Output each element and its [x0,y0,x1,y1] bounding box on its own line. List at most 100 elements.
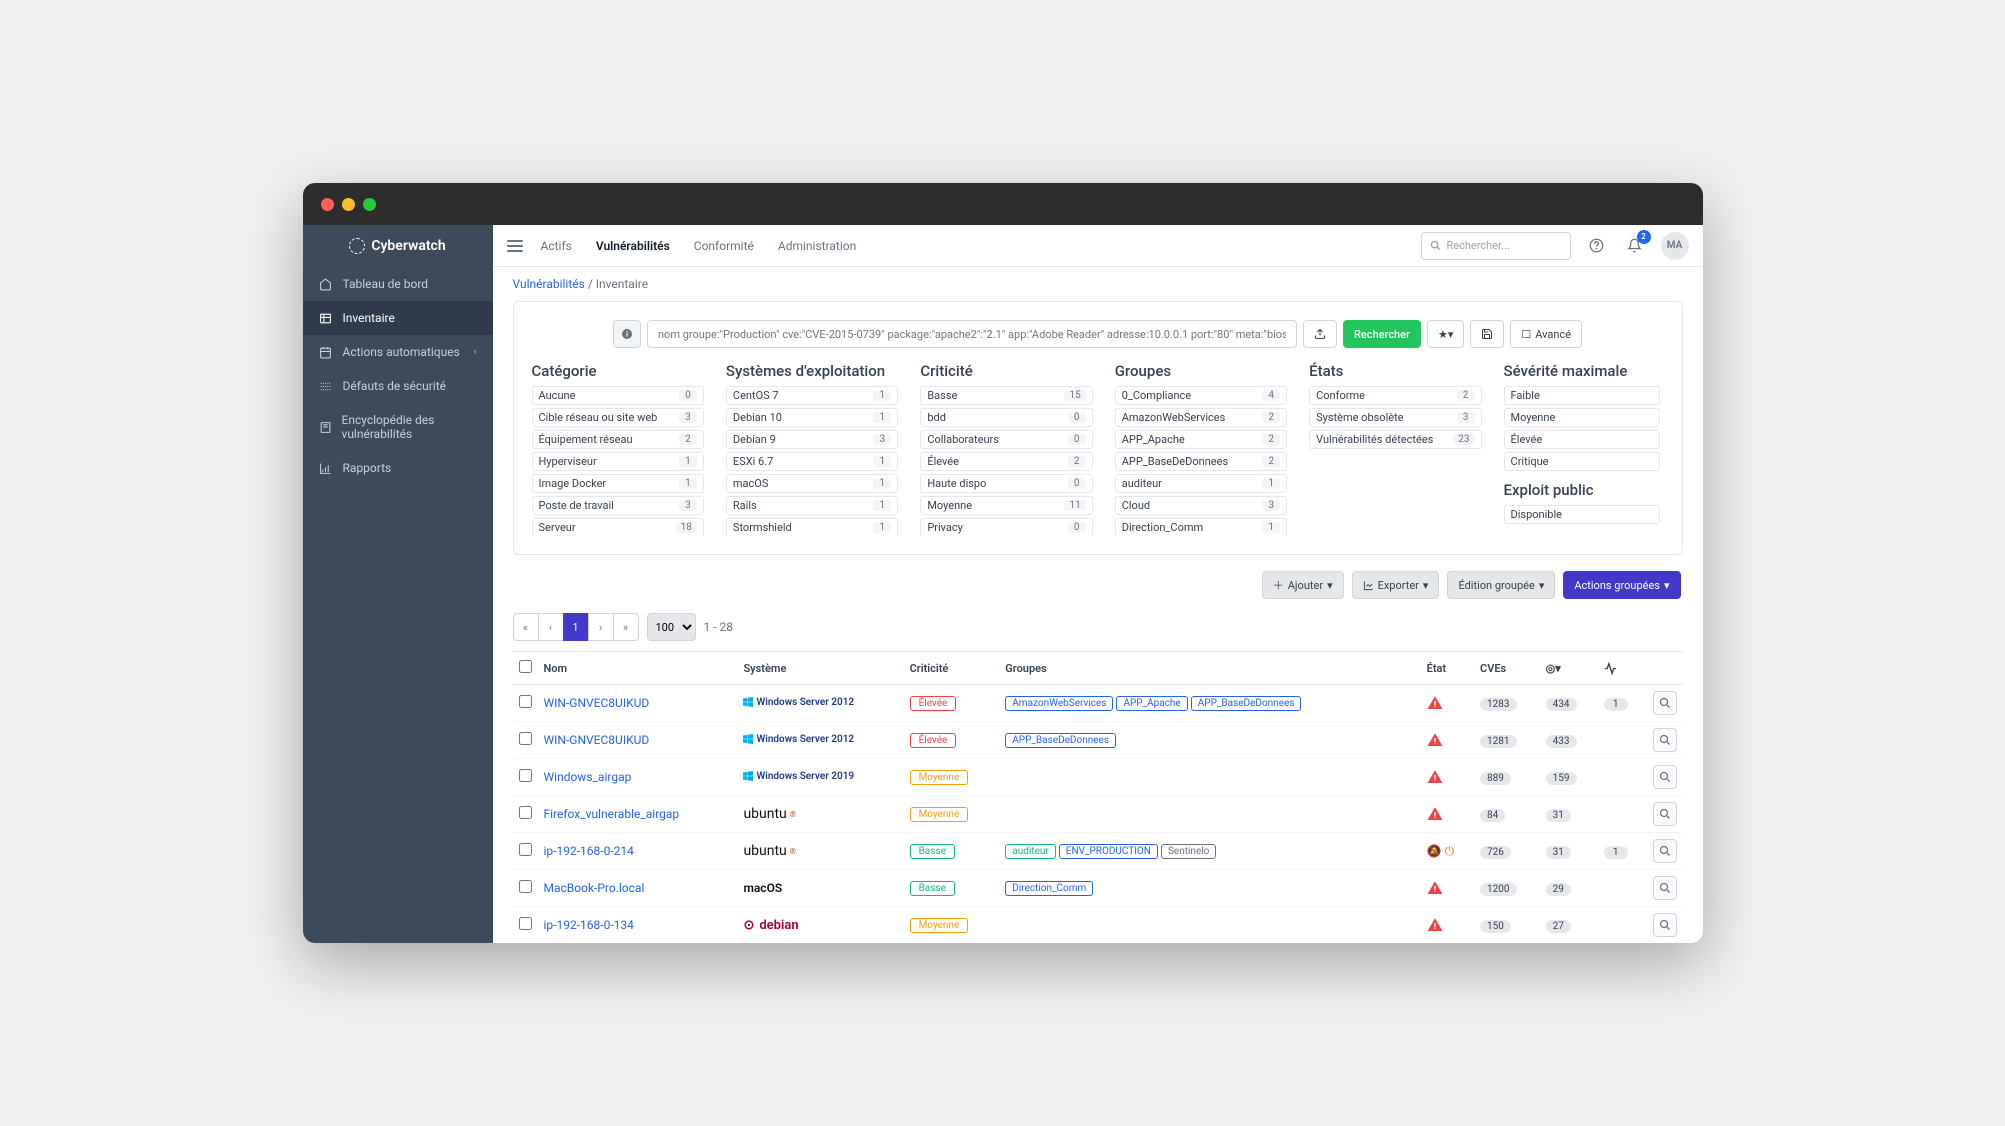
asset-link[interactable]: WIN-GNVEC8UIKUD [544,733,650,747]
sidebar-item-défauts-de-sécurité[interactable]: Défauts de sécurité [303,369,493,403]
filter-item[interactable]: Moyenne [1504,408,1660,427]
breadcrumb-parent[interactable]: Vulnérabilités [513,277,585,291]
bulk-actions-button[interactable]: Actions groupées ▾ [1563,571,1680,599]
col-groupes[interactable]: Groupes [999,652,1420,685]
col-systeme[interactable]: Système [737,652,903,685]
filter-item[interactable]: Poste de travail3 [532,496,704,515]
group-tag[interactable]: ENV_PRODUCTION [1059,844,1158,859]
filter-item[interactable]: auditeur1 [1115,474,1287,493]
add-button[interactable]: ＋ Ajouter ▾ [1262,571,1344,599]
group-tag[interactable]: Sentinelo [1161,844,1216,859]
upload-button[interactable] [1303,320,1337,348]
col-cves[interactable]: CVEs [1474,652,1540,685]
advanced-button[interactable]: ☐ Avancé [1510,320,1582,348]
filter-item[interactable]: Moyenne11 [920,496,1092,515]
filter-item[interactable]: Debian 101 [726,408,898,427]
minimize-dot[interactable] [342,198,355,211]
filter-item[interactable]: Vulnérabilités détectées23 [1309,430,1481,449]
filter-item[interactable]: Faible [1504,386,1660,405]
view-button[interactable] [1653,802,1677,826]
filter-item[interactable]: CentOS 71 [726,386,898,405]
filter-item[interactable]: Stormshield1 [726,518,898,536]
sidebar-item-rapports[interactable]: Rapports [303,451,493,485]
view-button[interactable] [1653,728,1677,752]
asset-link[interactable]: WIN-GNVEC8UIKUD [544,696,650,710]
export-button[interactable]: Exporter ▾ [1352,571,1440,599]
view-button[interactable] [1653,876,1677,900]
filter-item[interactable]: Cible réseau ou site web3 [532,408,704,427]
col-activity-icon[interactable] [1598,652,1647,685]
filter-item[interactable]: AmazonWebServices2 [1115,408,1287,427]
info-icon[interactable]: i [613,320,641,348]
topnav-conformité[interactable]: Conformité [694,239,754,253]
avatar[interactable]: MA [1661,232,1689,260]
pager-first[interactable]: « [513,613,539,641]
sidebar-item-inventaire[interactable]: Inventaire [303,301,493,335]
row-checkbox[interactable] [519,843,532,856]
pager-last[interactable]: » [613,613,639,641]
group-tag[interactable]: AmazonWebServices [1005,696,1113,711]
view-button[interactable] [1653,913,1677,937]
topnav-vulnérabilités[interactable]: Vulnérabilités [596,239,670,253]
filter-item[interactable]: Direction_Comm1 [1115,518,1287,536]
filter-item[interactable]: Aucune0 [532,386,704,405]
asset-link[interactable]: Firefox_vulnerable_airgap [544,807,680,821]
select-all-checkbox[interactable] [519,660,532,673]
bulk-edit-button[interactable]: Édition groupée ▾ [1447,571,1555,599]
page-size-select[interactable]: 100 [647,613,696,641]
row-checkbox[interactable] [519,806,532,819]
row-checkbox[interactable] [519,917,532,930]
pager-prev[interactable]: ‹ [538,613,564,641]
asset-link[interactable]: MacBook-Pro.local [544,881,645,895]
topnav-actifs[interactable]: Actifs [541,239,572,253]
group-tag[interactable]: Direction_Comm [1005,881,1093,896]
row-checkbox[interactable] [519,769,532,782]
save-button[interactable] [1470,320,1504,348]
filter-item[interactable]: Disponible [1504,505,1660,524]
col-criticite[interactable]: Criticité [904,652,1000,685]
sidebar-item-encyclopédie-des-vulnérabilités[interactable]: Encyclopédie des vulnérabilités [303,403,493,451]
filter-item[interactable]: Élevée2 [920,452,1092,471]
sidebar-item-actions-automatiques[interactable]: Actions automatiques‹ [303,335,493,369]
filter-item[interactable]: Collaborateurs0 [920,430,1092,449]
asset-link[interactable]: ip-192-168-0-134 [544,918,634,932]
maximize-dot[interactable] [363,198,376,211]
filter-item[interactable]: bdd0 [920,408,1092,427]
query-input[interactable] [647,320,1297,348]
row-checkbox[interactable] [519,695,532,708]
group-tag[interactable]: APP_Apache [1116,696,1187,711]
filter-item[interactable]: Critique [1504,452,1660,471]
menu-toggle-icon[interactable] [507,240,523,252]
filter-item[interactable]: Cloud3 [1115,496,1287,515]
filter-item[interactable]: Système obsolète3 [1309,408,1481,427]
filter-item[interactable]: Haute dispo0 [920,474,1092,493]
col-target-icon[interactable]: ◎▾ [1540,652,1598,685]
filter-item[interactable]: macOS1 [726,474,898,493]
close-dot[interactable] [321,198,334,211]
pager-next[interactable]: › [588,613,614,641]
filter-item[interactable]: Élevée [1504,430,1660,449]
filter-item[interactable]: APP_Apache2 [1115,430,1287,449]
col-nom[interactable]: Nom [538,652,738,685]
asset-link[interactable]: Windows_airgap [544,770,632,784]
topnav-administration[interactable]: Administration [778,239,856,253]
col-etat[interactable]: État [1421,652,1474,685]
filter-item[interactable]: APP_BaseDeDonnees2 [1115,452,1287,471]
view-button[interactable] [1653,839,1677,863]
filter-item[interactable]: 0_Compliance4 [1115,386,1287,405]
star-button[interactable]: ★▾ [1427,320,1464,348]
view-button[interactable] [1653,765,1677,789]
filter-item[interactable]: Basse15 [920,386,1092,405]
filter-item[interactable]: Privacy0 [920,518,1092,536]
search-button[interactable]: Rechercher [1343,320,1421,348]
filter-item[interactable]: Serveur18 [532,518,704,536]
row-checkbox[interactable] [519,732,532,745]
filter-item[interactable]: Conforme2 [1309,386,1481,405]
group-tag[interactable]: APP_BaseDeDonnees [1005,733,1116,748]
pager-page[interactable]: 1 [563,613,589,641]
group-tag[interactable]: APP_BaseDeDonnees [1191,696,1302,711]
filter-item[interactable]: Image Docker1 [532,474,704,493]
bell-icon[interactable]: 2 [1623,234,1647,258]
view-button[interactable] [1653,691,1677,715]
filter-item[interactable]: Debian 93 [726,430,898,449]
